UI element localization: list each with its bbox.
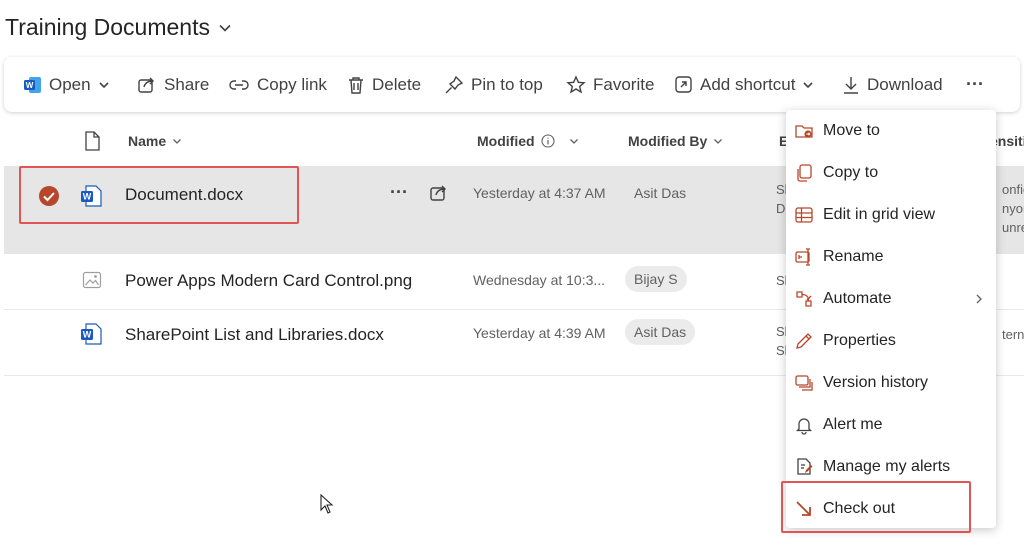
- favorite-button[interactable]: Favorite: [566, 57, 654, 112]
- file-name[interactable]: Power Apps Modern Card Control.png: [125, 271, 412, 291]
- download-icon: [844, 76, 858, 94]
- svg-text:W: W: [26, 81, 34, 90]
- chevron-down-icon: [99, 81, 109, 88]
- share-icon[interactable]: [429, 183, 449, 203]
- word-app-icon: W: [24, 76, 41, 93]
- grid-view-icon: [795, 207, 813, 223]
- download-button[interactable]: Download: [842, 57, 943, 112]
- menu-item-version-history[interactable]: Version history: [786, 362, 996, 404]
- modified-date: Yesterday at 4:39 AM: [473, 325, 606, 341]
- share-icon: [138, 77, 154, 93]
- file-name[interactable]: SharePoint List and Libraries.docx: [125, 325, 384, 345]
- menu-item-automate[interactable]: Automate: [786, 278, 996, 320]
- delete-button[interactable]: Delete: [347, 57, 421, 112]
- properties-icon: [796, 333, 812, 349]
- highlight-annotation-box: [781, 481, 971, 533]
- image-file-icon: [82, 271, 102, 289]
- column-header-modified-by[interactable]: Modified By: [628, 120, 723, 162]
- add-shortcut-button[interactable]: Add shortcut: [674, 57, 814, 112]
- sensitivity-value: onfid nyon unres: [1002, 182, 1024, 235]
- modified-date: Wednesday at 10:3...: [473, 272, 606, 288]
- link-icon: [229, 79, 249, 90]
- open-button[interactable]: W Open: [24, 57, 110, 112]
- copy-to-icon: [797, 164, 812, 182]
- info-icon[interactable]: [540, 134, 555, 148]
- file-type-column-header[interactable]: [84, 120, 100, 162]
- pin-to-top-button[interactable]: Pin to top: [444, 57, 543, 112]
- menu-item-move-to[interactable]: Move to: [786, 110, 996, 152]
- menu-item-edit-in-grid-view[interactable]: Edit in grid view: [786, 194, 996, 236]
- share-button[interactable]: Share: [137, 57, 209, 112]
- word-file-icon: W: [81, 323, 102, 345]
- menu-item-rename[interactable]: Rename: [786, 236, 996, 278]
- chevron-down-icon: [173, 139, 182, 144]
- modified-by-person[interactable]: Bijay S: [625, 266, 687, 292]
- chevron-right-icon: [976, 294, 982, 304]
- mouse-cursor-icon: [320, 494, 334, 514]
- star-icon: [566, 74, 586, 93]
- copy-link-button[interactable]: Copy link: [228, 57, 327, 112]
- menu-item-properties[interactable]: Properties: [786, 320, 996, 362]
- row-more-button[interactable]: ···: [390, 182, 408, 203]
- menu-item-alert-me[interactable]: Alert me: [786, 404, 996, 446]
- chevron-down-icon: [569, 139, 578, 144]
- modified-date: Yesterday at 4:37 AM: [473, 185, 606, 201]
- highlight-annotation-box: [19, 166, 299, 224]
- chevron-down-icon: [803, 81, 814, 88]
- shortcut-icon: [675, 76, 692, 93]
- more-actions-button[interactable]: ···: [966, 57, 984, 112]
- chevron-down-icon: [714, 139, 723, 144]
- trash-icon: [349, 76, 363, 94]
- bell-icon: [795, 418, 813, 435]
- column-header-modified[interactable]: Modified: [477, 120, 579, 162]
- chevron-down-icon: [219, 24, 231, 32]
- modified-by-person[interactable]: Asit Das: [625, 319, 696, 345]
- context-menu: Move to Copy to Edit in grid view Rename…: [786, 110, 996, 528]
- menu-item-copy-to[interactable]: Copy to: [786, 152, 996, 194]
- page-title: Training Documents: [5, 14, 210, 40]
- rename-icon: [795, 248, 810, 266]
- command-bar: W Open Share Copy link Delete Pin to top…: [4, 57, 1020, 112]
- modified-by-person[interactable]: Asit Das: [634, 185, 686, 201]
- move-to-icon: [795, 125, 813, 138]
- sensitivity-value: terna: [1002, 327, 1024, 342]
- svg-text:W: W: [83, 330, 92, 340]
- pin-icon: [445, 75, 464, 93]
- automate-icon: [796, 291, 812, 307]
- document-icon: [85, 131, 100, 151]
- column-header-name[interactable]: Name: [128, 120, 182, 162]
- library-title[interactable]: Training Documents: [5, 14, 232, 41]
- manage-alerts-icon: [797, 458, 813, 475]
- version-history-icon: [795, 375, 813, 391]
